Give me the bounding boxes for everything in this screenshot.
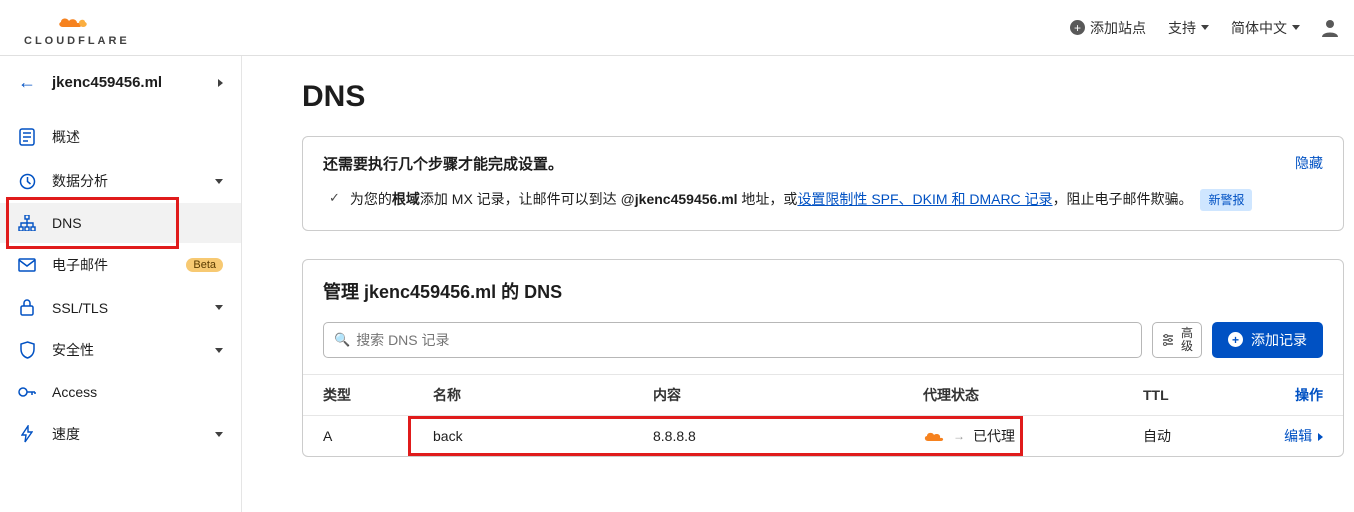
chevron-right-icon [1318, 433, 1323, 441]
advanced-label: 高级 [1181, 327, 1193, 353]
document-icon [18, 128, 36, 146]
add-site-label: 添加站点 [1090, 18, 1146, 38]
sidebar: ← jkenc459456.ml 概述 数据分析 [0, 56, 242, 512]
search-field[interactable] [356, 332, 1131, 348]
add-record-button[interactable]: + 添加记录 [1212, 322, 1323, 358]
dns-manage-card: 管理 jkenc459456.ml 的 DNS 🔍 高级 + 添加记录 [302, 259, 1344, 457]
page-title: DNS [302, 80, 1344, 114]
top-bar-right: + 添加站点 支持 简体中文 [1070, 18, 1338, 38]
col-name: 名称 [433, 385, 653, 405]
chevron-down-icon [215, 179, 223, 184]
user-menu[interactable] [1322, 19, 1338, 37]
site-selector[interactable]: ← jkenc459456.ml [0, 56, 241, 109]
dns-toolbar: 🔍 高级 + 添加记录 [303, 308, 1343, 374]
brand-logo[interactable]: CLOUDFLARE [24, 13, 130, 47]
clock-icon [18, 173, 36, 190]
sidebar-item-dns[interactable]: DNS [0, 203, 241, 243]
check-icon: ✓ [329, 190, 340, 206]
lock-icon [18, 299, 36, 316]
plus-circle-icon: + [1228, 332, 1243, 347]
support-label: 支持 [1168, 18, 1196, 38]
top-bar: CLOUDFLARE + 添加站点 支持 简体中文 [0, 0, 1354, 56]
cell-type: A [323, 428, 433, 444]
cloud-icon [923, 430, 945, 442]
chevron-down-icon [1292, 25, 1300, 30]
col-content: 内容 [653, 385, 923, 405]
manage-dns-title: 管理 jkenc459456.ml 的 DNS [303, 260, 1343, 308]
sidebar-item-label: 安全性 [52, 340, 199, 360]
hide-link[interactable]: 隐藏 [1295, 153, 1323, 173]
search-icon: 🔍 [334, 332, 350, 348]
key-icon [18, 385, 36, 399]
mail-icon [18, 258, 36, 272]
sliders-icon [1161, 333, 1175, 347]
cell-name: back [433, 428, 653, 444]
beta-badge: Beta [186, 258, 223, 272]
sidebar-item-analytics[interactable]: 数据分析 [0, 159, 241, 203]
sidebar-item-label: Access [52, 384, 223, 400]
brand-name: CLOUDFLARE [24, 35, 130, 47]
chevron-down-icon [215, 432, 223, 437]
sidebar-item-label: SSL/TLS [52, 300, 199, 316]
table-header-row: 类型 名称 内容 代理状态 TTL 操作 [303, 374, 1343, 415]
network-icon [18, 215, 36, 231]
sidebar-item-security[interactable]: 安全性 [0, 328, 241, 372]
add-site-link[interactable]: + 添加站点 [1070, 18, 1146, 38]
col-proxy: 代理状态 [923, 385, 1143, 405]
cell-proxy[interactable]: → 已代理 [923, 426, 1143, 446]
back-arrow-icon[interactable]: ← [18, 72, 36, 93]
dns-table: 类型 名称 内容 代理状态 TTL 操作 A back 8.8.8.8 → [303, 374, 1343, 456]
chevron-down-icon [1201, 25, 1209, 30]
sidebar-item-overview[interactable]: 概述 [0, 115, 241, 159]
sidebar-item-speed[interactable]: 速度 [0, 412, 241, 456]
sidebar-item-label: 速度 [52, 424, 199, 444]
setup-heading: 还需要执行几个步骤才能完成设置。 [323, 153, 563, 174]
sidebar-item-label: DNS [52, 215, 223, 231]
sidebar-item-label: 电子邮件 [52, 255, 166, 275]
support-menu[interactable]: 支持 [1168, 18, 1209, 38]
arrow-icon: → [953, 429, 965, 443]
sidebar-item-label: 概述 [52, 127, 223, 147]
proxy-status-text: 已代理 [973, 426, 1015, 446]
chevron-down-icon [215, 348, 223, 353]
sidebar-nav: 概述 数据分析 DNS [0, 109, 241, 462]
cell-content: 8.8.8.8 [653, 428, 923, 444]
setup-steps-card: 还需要执行几个步骤才能完成设置。 隐藏 ✓ 为您的根域添加 MX 记录，让邮件可… [302, 136, 1344, 231]
sidebar-item-email[interactable]: 电子邮件 Beta [0, 243, 241, 287]
shield-icon [18, 341, 36, 359]
sidebar-item-label: 数据分析 [52, 171, 199, 191]
sidebar-item-access[interactable]: Access [0, 372, 241, 412]
site-domain: jkenc459456.ml [52, 74, 202, 91]
bolt-icon [18, 425, 36, 443]
user-icon [1322, 19, 1338, 37]
add-record-label: 添加记录 [1251, 330, 1307, 350]
spf-dkim-link[interactable]: 设置限制性 SPF、DKIM 和 DMARC 记录 [797, 191, 1052, 207]
table-row[interactable]: A back 8.8.8.8 → 已代理 自动 编辑 [303, 415, 1343, 456]
edit-link[interactable]: 编辑 [1243, 426, 1323, 446]
col-type: 类型 [323, 385, 433, 405]
cell-ttl: 自动 [1143, 426, 1243, 446]
chevron-right-icon [218, 79, 223, 87]
col-ttl: TTL [1143, 387, 1243, 403]
advanced-button[interactable]: 高级 [1152, 322, 1202, 358]
setup-text: 为您的根域添加 MX 记录，让邮件可以到达 @jkenc459456.ml 地址… [350, 188, 1253, 212]
cloud-icon [53, 13, 101, 33]
search-input[interactable]: 🔍 [323, 322, 1142, 358]
chevron-down-icon [215, 305, 223, 310]
main-content: DNS 还需要执行几个步骤才能完成设置。 隐藏 ✓ 为您的根域添加 MX 记录，… [242, 56, 1354, 512]
sidebar-item-ssl[interactable]: SSL/TLS [0, 287, 241, 328]
language-menu[interactable]: 简体中文 [1231, 18, 1300, 38]
language-label: 简体中文 [1231, 18, 1287, 38]
new-alert-badge: 新警报 [1200, 189, 1252, 211]
col-ops: 操作 [1243, 385, 1323, 405]
plus-circle-icon: + [1070, 20, 1085, 35]
